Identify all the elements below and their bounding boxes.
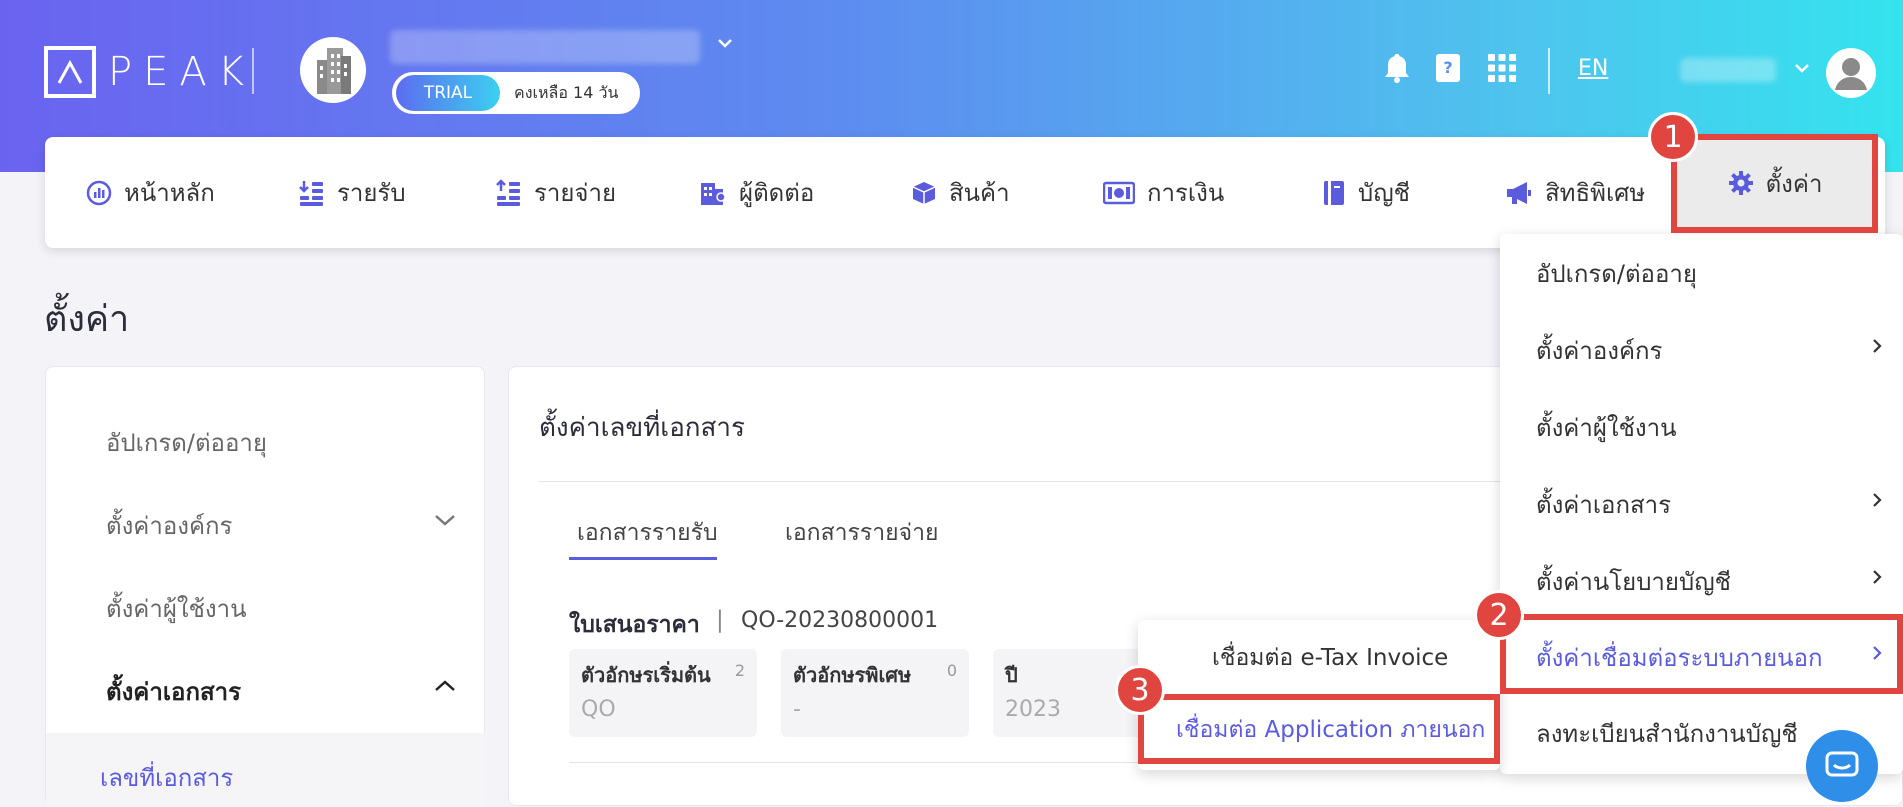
prefix-field[interactable]: ตัวอักษรเริ่มต้น 2 QO <box>569 649 757 737</box>
chevron-down-icon[interactable] <box>1792 58 1812 82</box>
contacts-icon <box>701 182 726 205</box>
nav-label: การเงิน <box>1147 179 1225 207</box>
menu-item-organization[interactable]: ตั้งค่าองค์กร <box>1536 331 1662 370</box>
nav-label: หน้าหลัก <box>124 179 215 207</box>
nav-item-expense[interactable]: รายจ่าย <box>496 137 616 248</box>
nav-label: สินค้า <box>949 179 1010 207</box>
sidebar-subitem-row[interactable]: เลขที่เอกสาร <box>46 733 486 807</box>
nav-label: รายรับ <box>337 179 406 207</box>
nav-label: ผู้ติดต่อ <box>739 179 815 207</box>
doc-separator: | <box>716 607 724 633</box>
menu-item-documents[interactable]: ตั้งค่าเอกสาร <box>1536 485 1671 524</box>
field-char-count: 0 <box>946 661 957 680</box>
trial-remaining: คงเหลือ 14 วัน <box>514 82 619 102</box>
field-value: QO <box>581 697 616 722</box>
company-building-icon[interactable] <box>300 37 366 103</box>
header-divider <box>1548 48 1550 94</box>
sidebar-item-users[interactable]: ตั้งค่าผู้ใช้งาน <box>106 589 247 628</box>
nav-item-accounting[interactable]: บัญชี <box>1322 137 1410 248</box>
nav-item-income[interactable]: รายรับ <box>299 137 406 248</box>
chat-support-button[interactable] <box>1806 730 1878 802</box>
chevron-right-icon <box>1870 490 1884 514</box>
callout-box-external-app <box>1138 694 1500 764</box>
callout-badge-3: 3 <box>1115 665 1165 715</box>
chevron-right-icon <box>1870 567 1884 591</box>
language-switch[interactable]: EN <box>1578 56 1608 81</box>
submenu-item-etax[interactable]: เชื่อมต่อ e-Tax Invoice <box>1212 640 1448 676</box>
user-avatar-icon[interactable] <box>1826 48 1876 98</box>
expense-icon <box>496 178 520 206</box>
field-value: 2023 <box>1005 697 1061 722</box>
peak-logo[interactable]: PEAK <box>44 46 255 98</box>
tab-income-docs[interactable]: เอกสารรายรับ <box>577 515 718 551</box>
user-name-blurred[interactable] <box>1680 58 1776 82</box>
trial-badge[interactable]: TRIAL คงเหลือ 14 วัน <box>392 72 640 114</box>
tab-expense-docs[interactable]: เอกสารรายจ่าย <box>785 515 939 551</box>
field-label: ตัวอักษรพิเศษ <box>793 663 912 687</box>
doc-number-preview: QO-20230800001 <box>741 608 939 633</box>
bell-icon[interactable] <box>1379 50 1415 86</box>
sidebar-subitem-doc-number[interactable]: เลขที่เอกสาร <box>100 758 233 797</box>
income-icon <box>299 180 323 206</box>
sidebar-item-organization[interactable]: ตั้งค่าองค์กร <box>106 506 232 545</box>
chevron-down-icon[interactable] <box>433 512 457 532</box>
sidebar-item-upgrade[interactable]: อัปเกรด/ต่ออายุ <box>106 423 267 462</box>
nav-item-contacts[interactable]: ผู้ติดต่อ <box>699 137 814 248</box>
money-icon <box>1103 181 1135 204</box>
megaphone-icon <box>1507 181 1531 204</box>
nav-label: บัญชี <box>1358 179 1410 207</box>
apps-grid-icon[interactable] <box>1484 50 1520 86</box>
field-label: ตัวอักษรเริ่มต้น <box>581 663 711 687</box>
menu-item-accounting-policy[interactable]: ตั้งค่านโยบายบัญชี <box>1536 562 1731 601</box>
sidebar-item-documents[interactable]: ตั้งค่าเอกสาร <box>106 672 241 711</box>
company-name-blurred[interactable] <box>390 30 700 64</box>
special-char-field[interactable]: ตัวอักษรพิเศษ 0 - <box>781 649 969 737</box>
trial-label: TRIAL <box>396 75 500 111</box>
account-book-icon <box>1324 180 1344 205</box>
logo-mark-icon <box>44 46 96 98</box>
product-box-icon <box>912 181 936 204</box>
field-char-count: 2 <box>734 661 745 680</box>
logo-text: PEAK <box>108 49 255 95</box>
settings-sidebar: อัปเกรด/ต่ออายุ ตั้งค่าองค์กร ตั้งค่าผู้… <box>45 366 486 807</box>
svg-text:?: ? <box>1443 58 1452 77</box>
chevron-down-icon[interactable] <box>715 33 735 57</box>
chat-icon <box>1825 751 1859 777</box>
active-tab-indicator <box>569 557 717 560</box>
panel-title: ตั้งค่าเลขที่เอกสาร <box>539 413 745 443</box>
menu-item-upgrade[interactable]: อัปเกรด/ต่ออายุ <box>1536 254 1697 293</box>
menu-item-accounting-firm[interactable]: ลงทะเบียนสำนักงานบัญชี <box>1536 714 1798 753</box>
callout-box-integration <box>1500 614 1903 694</box>
nav-label: รายจ่าย <box>534 179 617 207</box>
logo-divider <box>252 48 254 94</box>
callout-badge-2: 2 <box>1474 590 1524 640</box>
callout-box-settings <box>1671 134 1878 233</box>
callout-badge-1: 1 <box>1648 112 1698 162</box>
chevron-right-icon <box>1870 336 1884 360</box>
chevron-up-icon[interactable] <box>433 678 457 698</box>
nav-label: สิทธิพิเศษ <box>1545 179 1646 207</box>
nav-item-home[interactable]: หน้าหลัก <box>86 137 215 248</box>
menu-item-users[interactable]: ตั้งค่าผู้ใช้งาน <box>1536 408 1677 447</box>
help-book-icon[interactable]: ? <box>1430 50 1466 86</box>
field-value: - <box>793 697 801 722</box>
field-label: ปี <box>1005 663 1018 687</box>
nav-item-privileges[interactable]: สิทธิพิเศษ <box>1505 137 1645 248</box>
doc-type-label: ใบเสนอราคา <box>569 612 700 638</box>
nav-item-products[interactable]: สินค้า <box>911 137 1010 248</box>
nav-item-finance[interactable]: การเงิน <box>1103 137 1224 248</box>
page-title: ตั้งค่า <box>44 299 130 340</box>
dashboard-icon <box>86 180 112 205</box>
